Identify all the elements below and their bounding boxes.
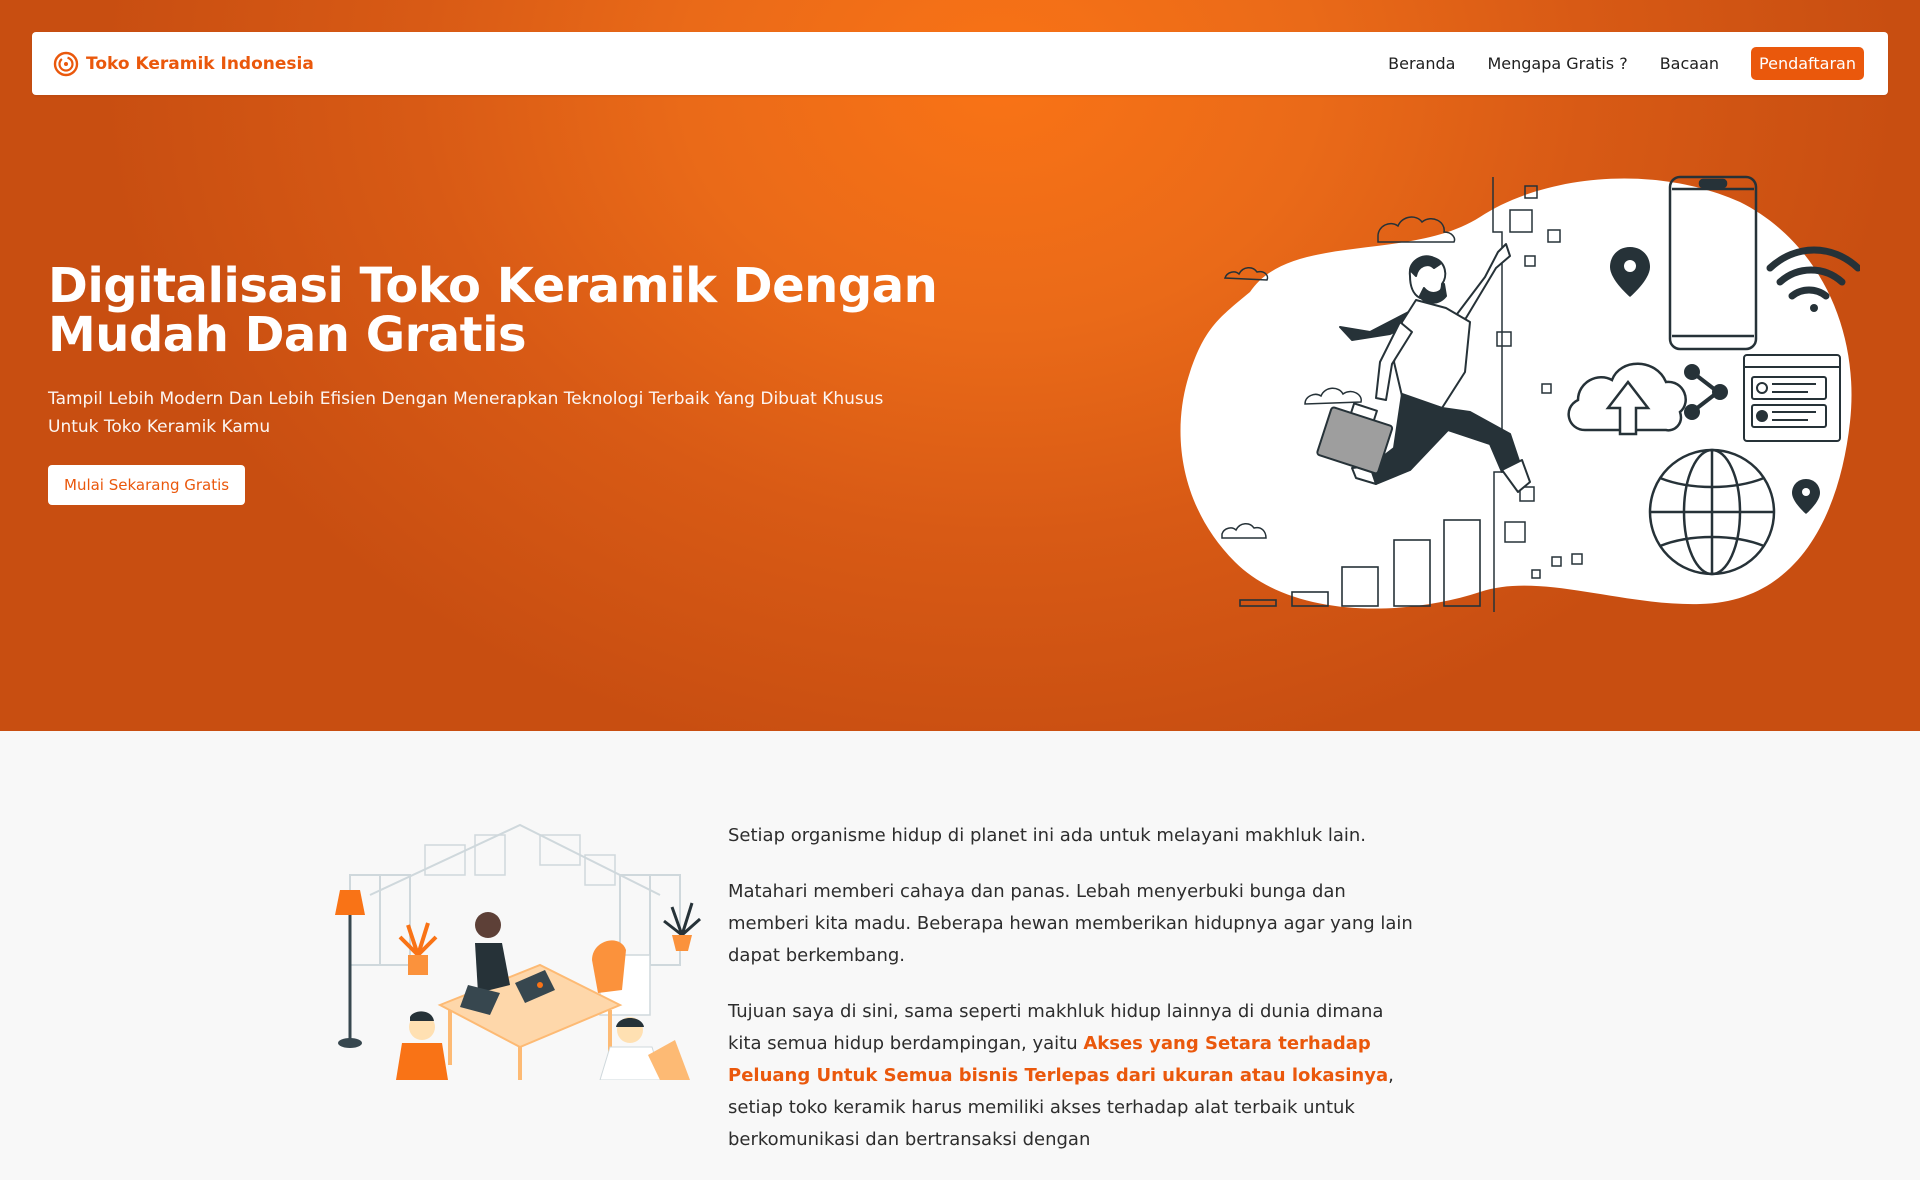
about-paragraph-1: Setiap organisme hidup di planet ini ada… xyxy=(728,825,1366,846)
about-text: Setiap organisme hidup di planet ini ada… xyxy=(728,820,1418,1180)
hero-title: Digitalisasi Toko Keramik Dengan Mudah D… xyxy=(48,258,938,363)
nav-link-bacaan[interactable]: Bacaan xyxy=(1660,54,1719,73)
about-paragraph-3: Tujuan saya di sini, sama seperti makhlu… xyxy=(728,996,1418,1156)
nav-pendaftaran-button[interactable]: Pendaftaran xyxy=(1751,47,1864,80)
globe-icon xyxy=(1648,448,1776,576)
brand-name: Toko Keramik Indonesia xyxy=(86,53,314,74)
floor-lamp xyxy=(335,890,365,1048)
brand[interactable]: Toko Keramik Indonesia xyxy=(52,50,314,78)
office-team-illustration xyxy=(335,823,701,1080)
man-left xyxy=(396,1011,448,1080)
logo-ring-icon xyxy=(53,51,79,76)
man-right xyxy=(599,1017,690,1080)
plant-left xyxy=(398,922,438,975)
about-paragraph-2: Matahari memberi cahaya dan panas. Lebah… xyxy=(728,881,1413,966)
nav-link-beranda[interactable]: Beranda xyxy=(1388,54,1455,73)
profile-window-icon xyxy=(1743,354,1841,442)
top-navbar: Toko Keramik Indonesia Beranda Mengapa G… xyxy=(32,32,1888,95)
start-free-button[interactable]: Mulai Sekarang Gratis xyxy=(48,465,246,505)
hero-subtitle: Tampil Lebih Modern Dan Lebih Efisien De… xyxy=(48,389,884,437)
hero-section: Toko Keramik Indonesia Beranda Mengapa G… xyxy=(0,0,1920,731)
orange-chair xyxy=(592,940,626,993)
plant-right xyxy=(663,902,701,951)
nav-links: Beranda Mengapa Gratis ? Bacaan Pendafta… xyxy=(1356,47,1864,80)
nav-link-mengapa-gratis[interactable]: Mengapa Gratis ? xyxy=(1487,54,1627,73)
hero-illustration xyxy=(1180,175,1860,612)
